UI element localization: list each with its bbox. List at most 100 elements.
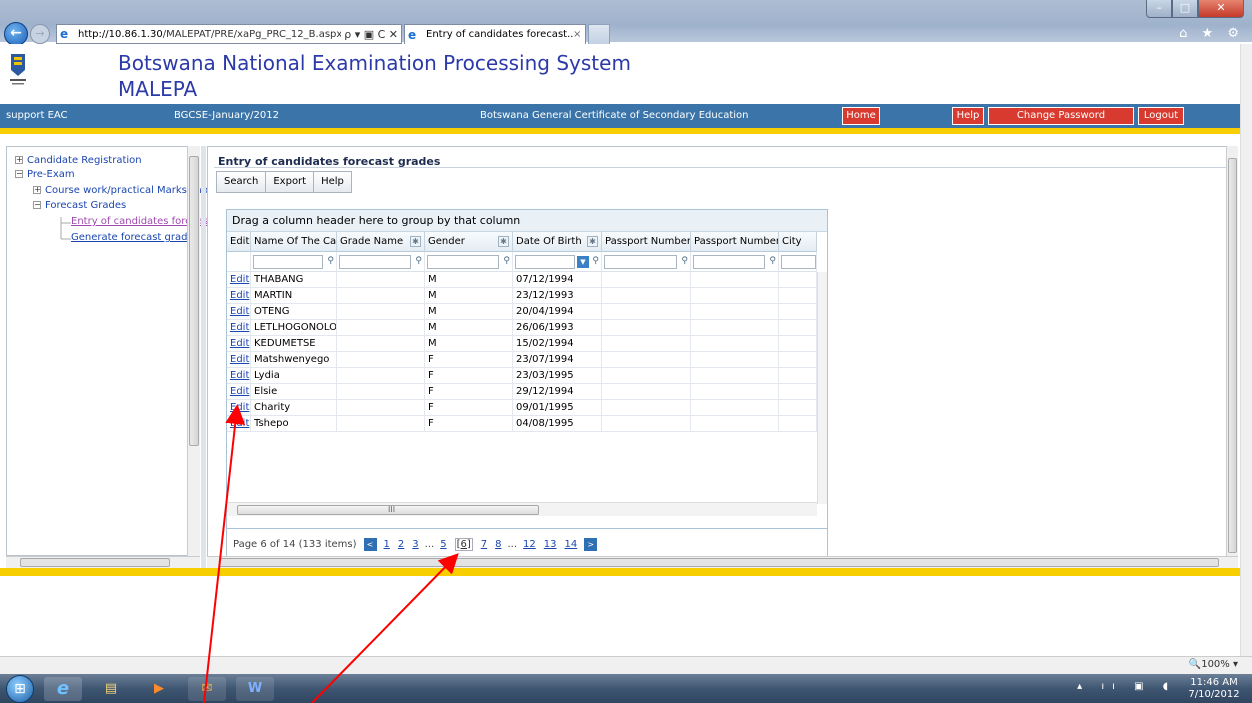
filter-input[interactable] bbox=[339, 255, 411, 269]
grid-hscroll-thumb[interactable]: III bbox=[237, 505, 539, 515]
expand-icon[interactable]: + bbox=[15, 156, 23, 164]
page-link[interactable]: 1 bbox=[384, 539, 390, 550]
page-link[interactable]: 3 bbox=[412, 539, 418, 550]
sort-icon[interactable]: ✱ bbox=[410, 236, 421, 247]
col-header-gender[interactable]: Gender ✱ bbox=[425, 232, 513, 252]
forward-button[interactable]: → bbox=[30, 24, 50, 44]
page-link[interactable]: 14 bbox=[565, 539, 578, 550]
minimize-button[interactable]: – bbox=[1146, 0, 1172, 18]
help-button[interactable]: Help bbox=[952, 107, 984, 125]
col-header-passport1[interactable]: Passport Number bbox=[602, 232, 691, 252]
filter-input[interactable] bbox=[781, 255, 816, 269]
grid-horizontal-scrollbar[interactable]: III bbox=[227, 502, 817, 516]
logout-button[interactable]: Logout bbox=[1138, 107, 1184, 125]
tree-item-forecast-grades[interactable]: − Forecast Grades bbox=[33, 200, 126, 211]
col-header-city[interactable]: City bbox=[779, 232, 817, 252]
filter-input[interactable] bbox=[427, 255, 499, 269]
filter-input[interactable] bbox=[604, 255, 677, 269]
export-button[interactable]: Export bbox=[266, 172, 315, 192]
filter-icon[interactable]: ⚲ bbox=[592, 256, 599, 266]
browser-tools-icons[interactable]: ⌂ ★ ⚙ bbox=[1179, 26, 1244, 41]
address-bar[interactable]: e http://10.86.1.30/MALEPAT/PRE/xaPg_PRC… bbox=[56, 24, 402, 44]
main-vertical-scrollbar[interactable] bbox=[1226, 146, 1238, 566]
table-row[interactable]: Edit OTENG M 20/04/1994 bbox=[227, 304, 817, 320]
filter-icon[interactable]: ⚲ bbox=[503, 256, 510, 266]
edit-link[interactable]: Edit bbox=[227, 288, 251, 304]
collapse-icon[interactable]: − bbox=[33, 201, 41, 209]
word-icon[interactable]: W bbox=[236, 677, 274, 701]
tree-item-pre-exam[interactable]: − Pre-Exam bbox=[15, 169, 75, 180]
col-header-passport2[interactable]: Passport Number bbox=[691, 232, 779, 252]
filter-gender[interactable]: ⚲ bbox=[425, 252, 513, 272]
edit-link[interactable]: Edit bbox=[227, 336, 251, 352]
tab-close-icon[interactable]: × bbox=[573, 29, 585, 40]
close-window-button[interactable]: ✕ bbox=[1198, 0, 1244, 18]
table-row[interactable]: Edit LETLHOGONOLO M 26/06/1993 bbox=[227, 320, 817, 336]
page-link[interactable]: 2 bbox=[398, 539, 404, 550]
col-header-edit[interactable]: Edit bbox=[227, 232, 251, 252]
file-explorer-icon[interactable]: ▤ bbox=[92, 677, 130, 701]
tree-hscroll-thumb[interactable] bbox=[20, 558, 170, 567]
page-link[interactable]: 8 bbox=[495, 539, 501, 550]
pane-splitter[interactable] bbox=[201, 146, 206, 568]
dropdown-icon[interactable]: ▼ bbox=[577, 256, 589, 268]
pager-ellipsis[interactable]: ... bbox=[508, 539, 518, 550]
sort-icon[interactable]: ✱ bbox=[587, 236, 598, 247]
page-link[interactable]: 13 bbox=[544, 539, 557, 550]
maximize-button[interactable]: □ bbox=[1172, 0, 1198, 18]
page-link[interactable]: 7 bbox=[481, 539, 487, 550]
tree-vertical-scrollbar[interactable] bbox=[187, 146, 200, 566]
main-scroll-thumb[interactable] bbox=[1228, 158, 1237, 553]
filter-icon[interactable]: ⚲ bbox=[769, 256, 776, 266]
address-actions-icon[interactable]: ρ ▾ ▣ C ✕ bbox=[341, 28, 401, 41]
edit-link[interactable]: Edit bbox=[227, 304, 251, 320]
edit-link[interactable]: Edit bbox=[227, 368, 251, 384]
tree-item-generate-forecast[interactable]: Generate forecast grades bbox=[71, 232, 199, 243]
zoom-level[interactable]: 🔍100% ▾ bbox=[1189, 659, 1238, 670]
start-button[interactable]: ⊞ bbox=[6, 675, 34, 703]
browser-tab[interactable]: e Entry of candidates forecast... × bbox=[404, 24, 586, 44]
grid-vertical-scrollbar[interactable] bbox=[817, 272, 827, 504]
tree-item-course-work[interactable]: + Course work/practical Marks cap bbox=[33, 185, 208, 196]
edit-link[interactable]: Edit bbox=[227, 352, 251, 368]
tree-item-candidate-registration[interactable]: + Candidate Registration bbox=[15, 155, 142, 166]
back-button[interactable]: ← bbox=[4, 22, 28, 46]
internet-explorer-icon[interactable]: e bbox=[44, 677, 82, 701]
table-row[interactable]: Edit Matshwenyego F 23/07/1994 bbox=[227, 352, 817, 368]
table-row[interactable]: Edit KEDUMETSE M 15/02/1994 bbox=[227, 336, 817, 352]
page-vertical-scrollbar[interactable] bbox=[1240, 44, 1252, 656]
table-row[interactable]: Edit MARTIN M 23/12/1993 bbox=[227, 288, 817, 304]
collapse-icon[interactable]: − bbox=[15, 170, 23, 178]
main-hscroll-thumb[interactable] bbox=[219, 558, 1219, 567]
expand-icon[interactable]: + bbox=[33, 186, 41, 194]
edit-link[interactable]: Edit bbox=[227, 384, 251, 400]
filter-grade[interactable]: ⚲ bbox=[337, 252, 425, 272]
table-row[interactable]: Edit Elsie F 29/12/1994 bbox=[227, 384, 817, 400]
col-header-name[interactable]: Name Of The Cand bbox=[251, 232, 337, 252]
next-page-icon[interactable]: > bbox=[584, 537, 598, 551]
prev-page-icon[interactable]: < bbox=[363, 537, 377, 551]
filter-name[interactable]: ⚲ bbox=[251, 252, 337, 272]
table-row[interactable]: Edit Tshepo F 04/08/1995 bbox=[227, 416, 817, 432]
pager-ellipsis[interactable]: ... bbox=[425, 539, 435, 550]
home-button[interactable]: Home bbox=[842, 107, 880, 125]
main-horizontal-scrollbar[interactable] bbox=[207, 556, 1238, 568]
filter-icon[interactable]: ⚲ bbox=[327, 256, 334, 266]
tree-scroll-thumb[interactable] bbox=[189, 156, 199, 446]
new-tab-button[interactable] bbox=[588, 24, 610, 44]
search-button[interactable]: Search bbox=[217, 172, 267, 192]
edit-link[interactable]: Edit bbox=[227, 320, 251, 336]
toolbar-help-button[interactable]: Help bbox=[314, 172, 351, 192]
page-link[interactable]: 12 bbox=[523, 539, 536, 550]
col-header-dob[interactable]: Date Of Birth ✱ bbox=[513, 232, 602, 252]
tree-horizontal-scrollbar[interactable] bbox=[6, 556, 200, 568]
edit-link[interactable]: Edit bbox=[227, 272, 251, 288]
filter-input[interactable] bbox=[253, 255, 323, 269]
table-row[interactable]: Edit Charity F 09/01/1995 bbox=[227, 400, 817, 416]
page-link[interactable]: 5 bbox=[440, 539, 446, 550]
table-row[interactable]: Edit THABANG M 07/12/1994 bbox=[227, 272, 817, 288]
group-by-panel[interactable]: Drag a column header here to group by th… bbox=[227, 210, 827, 232]
tray-icons[interactable]: ▴ ıı ▣ ◖ bbox=[1077, 681, 1176, 692]
sort-icon[interactable]: ✱ bbox=[498, 236, 509, 247]
filter-icon[interactable]: ⚲ bbox=[681, 256, 688, 266]
